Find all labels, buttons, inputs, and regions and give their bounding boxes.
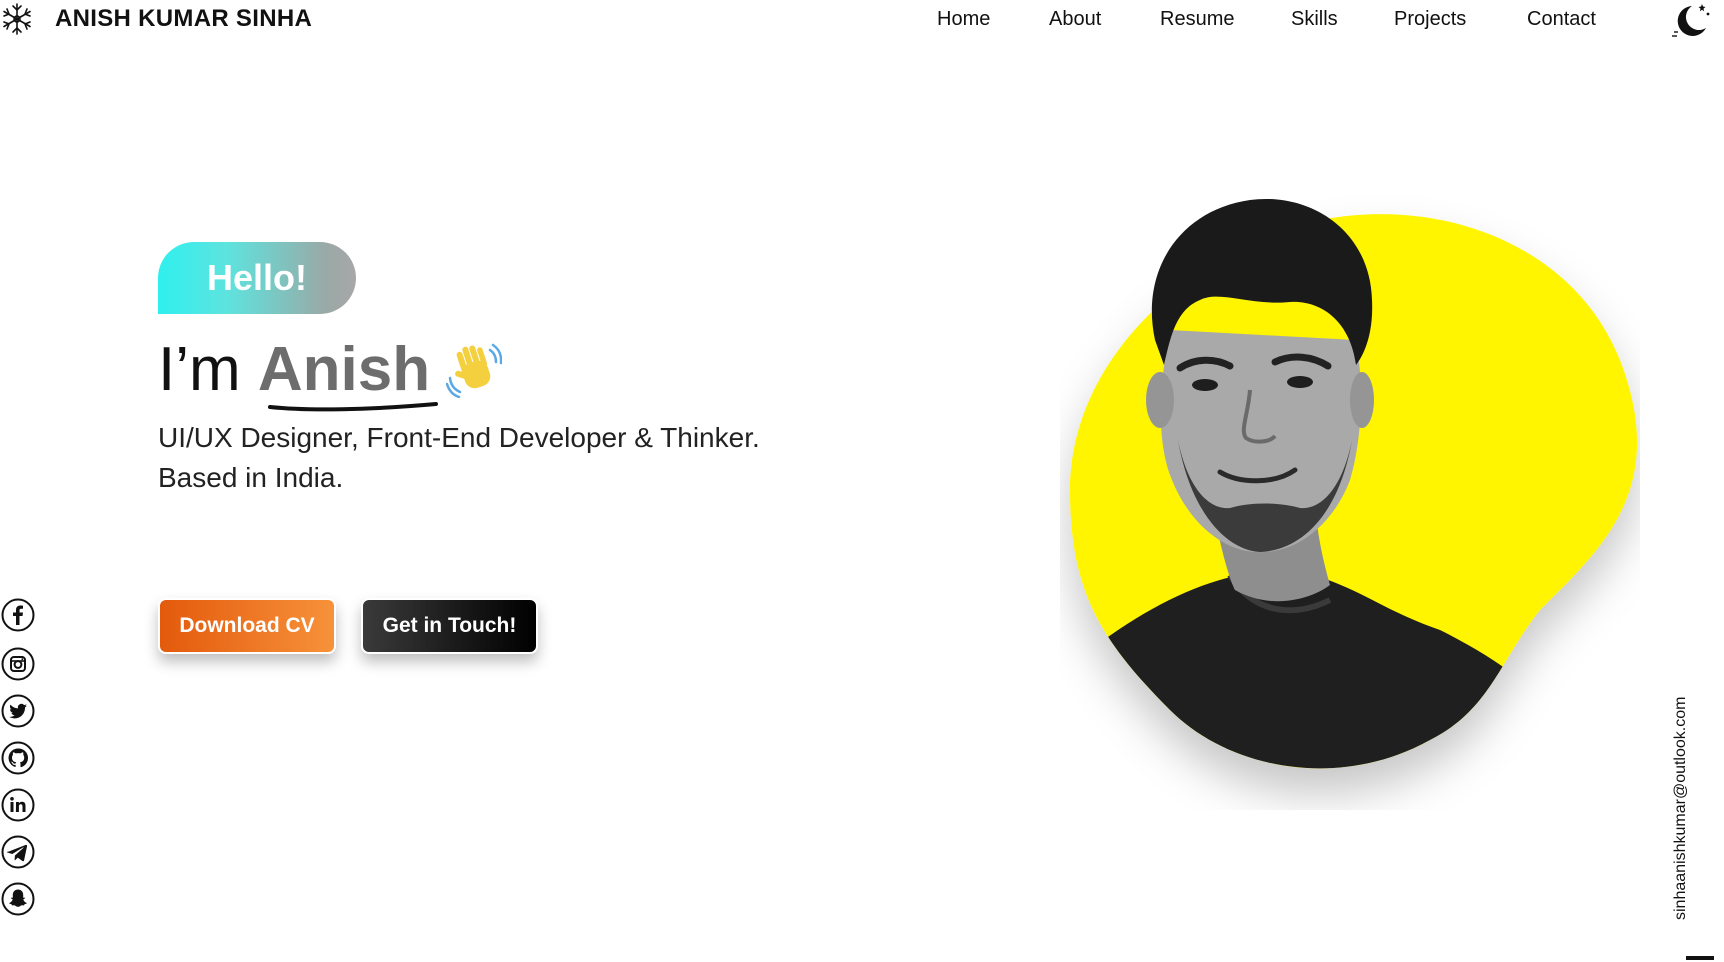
email-divider bbox=[1686, 956, 1714, 960]
nav-about[interactable]: About bbox=[1049, 8, 1101, 31]
hello-badge: Hello! bbox=[158, 242, 356, 314]
hello-text: Hello! bbox=[206, 257, 307, 298]
tagline-line-1: UI/UX Designer, Front-End Developer & Th… bbox=[158, 422, 760, 453]
download-cv-button[interactable]: Download CV bbox=[158, 598, 336, 654]
tagline-line-2: Based in India. bbox=[158, 462, 344, 493]
twitter-icon[interactable] bbox=[1, 694, 35, 728]
moon-icon[interactable] bbox=[1670, 0, 1712, 42]
profile-portrait bbox=[1070, 198, 1638, 769]
name-underline bbox=[268, 402, 438, 412]
nav-skills[interactable]: Skills bbox=[1291, 8, 1338, 31]
contact-email[interactable]: sinhaanishkumar@outlook.com bbox=[1672, 697, 1690, 920]
nav-home[interactable]: Home bbox=[937, 8, 990, 31]
nav-projects[interactable]: Projects bbox=[1394, 8, 1466, 31]
get-in-touch-button[interactable]: Get in Touch! bbox=[361, 598, 538, 654]
waving-hand-icon bbox=[446, 343, 502, 398]
hero-tagline: UI/UX Designer, Front-End Developer & Th… bbox=[158, 418, 760, 498]
snapchat-icon[interactable] bbox=[1, 882, 35, 916]
github-icon[interactable] bbox=[1, 741, 35, 775]
hero-name: Anish bbox=[257, 335, 431, 404]
instagram-icon[interactable] bbox=[1, 647, 35, 681]
site-header: ANISH KUMAR SINHA Home About Resume Skil… bbox=[0, 0, 1724, 42]
nav-resume[interactable]: Resume bbox=[1160, 8, 1234, 31]
greeting-prefix: I’m bbox=[158, 335, 258, 404]
linkedin-icon[interactable] bbox=[1, 788, 35, 822]
main-nav: Home About Resume Skills Projects Contac… bbox=[0, 8, 1724, 38]
facebook-icon[interactable] bbox=[1, 598, 35, 632]
telegram-icon[interactable] bbox=[1, 835, 35, 869]
nav-contact[interactable]: Contact bbox=[1527, 8, 1596, 31]
